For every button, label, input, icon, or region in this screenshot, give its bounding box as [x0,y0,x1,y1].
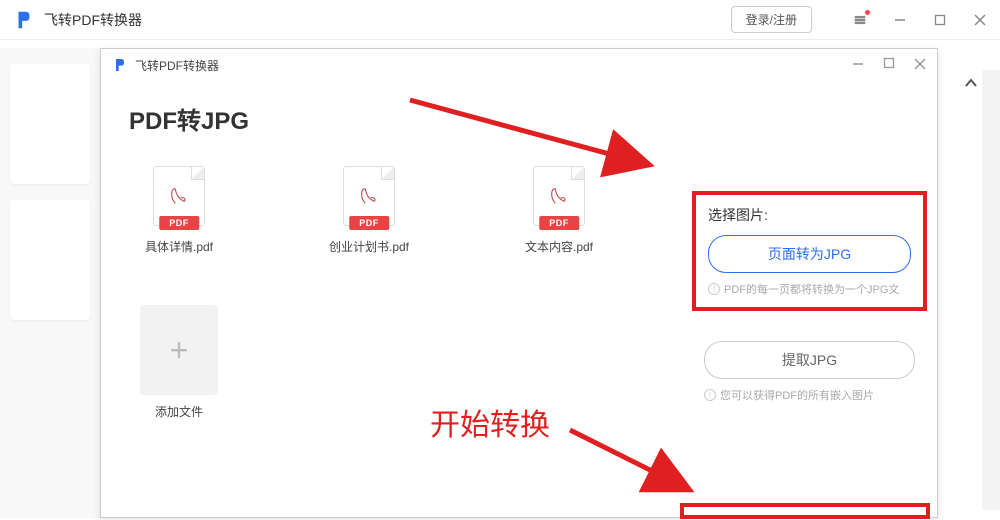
select-image-label: 选择图片: [708,205,911,225]
info-icon: ! [708,283,720,295]
inner-maximize-icon[interactable] [883,57,895,74]
outer-titlebar: 飞转PDF转换器 登录/注册 [0,0,1000,40]
file-name: 文本内容.pdf [509,238,609,255]
pdf-badge: PDF [159,216,199,230]
select-image-group: 选择图片: 页面转为JPG ! PDF的每一页都将转换为一个JPG文 [692,191,927,311]
scrollbar-track[interactable] [982,70,1000,510]
inner-close-icon[interactable] [913,57,927,74]
side-panel: 选择图片: 页面转为JPG ! PDF的每一页都将转换为一个JPG文 提取JPG… [682,81,937,517]
file-name: 具体详情.pdf [129,238,229,255]
maximize-icon[interactable] [932,12,948,28]
file-grid: PDF 具体详情.pdf PDF 创业计划书.pdf [129,166,654,255]
minimize-icon[interactable] [892,12,908,28]
inner-titlebar: 飞转PDF转换器 [101,49,937,81]
file-item[interactable]: PDF 创业计划书.pdf [319,166,419,255]
inner-logo-icon [111,56,129,74]
app-title: 飞转PDF转换器 [44,10,142,30]
file-name: 创业计划书.pdf [319,238,419,255]
inner-minimize-icon[interactable] [851,57,865,74]
page-to-jpg-button[interactable]: 页面转为JPG [708,235,911,273]
close-icon[interactable] [972,12,988,28]
inner-title: 飞转PDF转换器 [135,57,219,74]
pdf-badge: PDF [349,216,389,230]
plus-icon: + [170,332,189,369]
add-file-button[interactable]: + 添加文件 [129,305,229,420]
info-icon: ! [704,389,716,401]
page-title: PDF转JPG [129,101,654,136]
add-file-label: 添加文件 [129,403,229,420]
primary-hint: ! PDF的每一页都将转换为一个JPG文 [708,281,911,297]
inner-window: 飞转PDF转换器 PDF转JPG [100,48,938,518]
app-logo-icon [12,8,36,32]
secondary-hint: ! 您可以获得PDF的所有嵌入图片 [704,387,915,403]
settings-icon[interactable] [852,12,868,28]
outer-sidebar [0,48,100,518]
file-item[interactable]: PDF 具体详情.pdf [129,166,229,255]
file-item[interactable]: PDF 文本内容.pdf [509,166,609,255]
login-register-button[interactable]: 登录/注册 [731,6,812,33]
extract-jpg-group: 提取JPG ! 您可以获得PDF的所有嵌入图片 [692,331,927,413]
main-area: PDF转JPG PDF 具体详情.pdf [101,81,682,517]
scroll-up-icon[interactable] [964,75,978,91]
annotation-start-convert: 开始转换 [430,400,550,444]
extract-jpg-button[interactable]: 提取JPG [704,341,915,379]
annotation-highlight-bottom [680,503,930,519]
pdf-badge: PDF [539,216,579,230]
